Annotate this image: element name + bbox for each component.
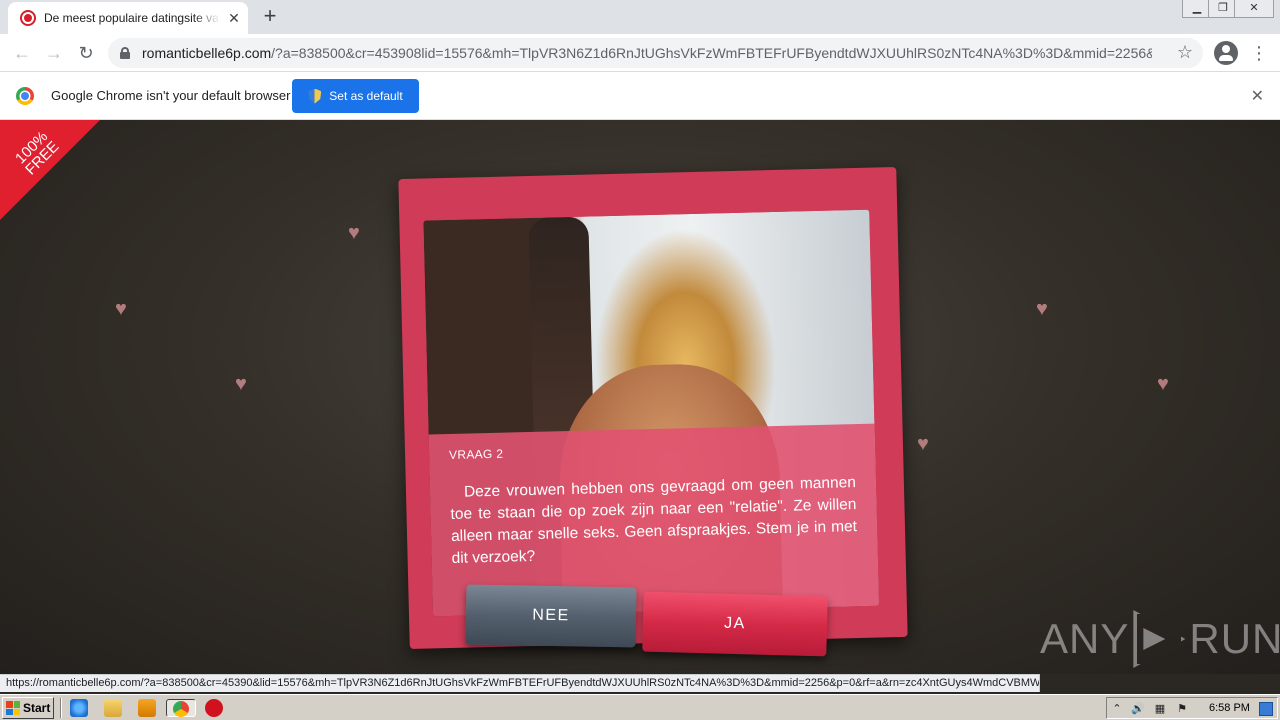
- windows-taskbar: Start ⌃ 🔊 ▦ ⚑ 6:58 PM: [0, 694, 1280, 720]
- infobar-close-icon[interactable]: ✕: [1251, 86, 1264, 106]
- speaker-icon[interactable]: 🔊: [1131, 702, 1145, 716]
- infobar-message: Google Chrome isn't your default browser: [51, 88, 291, 103]
- heart-icon: ♥: [917, 433, 929, 455]
- heart-icon: ♥: [235, 373, 247, 395]
- new-tab-button[interactable]: +: [258, 5, 282, 29]
- anyrun-watermark: ANY RUN: [1040, 610, 1280, 668]
- tab-close-icon[interactable]: ✕: [226, 10, 242, 26]
- chrome-menu-icon[interactable]: ⋮: [1250, 41, 1268, 65]
- windows-logo-icon: [6, 701, 20, 715]
- network-icon[interactable]: ▦: [1153, 702, 1167, 716]
- tray-expand-icon[interactable]: ⌃: [1110, 702, 1124, 716]
- play-logo-icon: [1133, 610, 1186, 668]
- reload-button[interactable]: ↻: [74, 41, 98, 65]
- site-favicon-icon: [20, 10, 36, 26]
- bookmark-star-icon[interactable]: ☆: [1177, 42, 1193, 63]
- link-status-bubble: https://romanticbelle6p.com/?a=838500&cr…: [0, 674, 1040, 692]
- question-number: VRAAG 2: [448, 446, 504, 462]
- url-text[interactable]: romanticbelle6p.com/?a=838500&cr=453908l…: [142, 45, 1152, 61]
- taskbar-clock[interactable]: 6:58 PM: [1209, 702, 1250, 714]
- set-as-default-button[interactable]: Set as default: [292, 79, 419, 113]
- chrome-icon: [173, 701, 189, 717]
- set-as-default-label: Set as default: [329, 89, 403, 103]
- watermark-right: RUN: [1189, 615, 1280, 662]
- tab-strip: De meest populaire datingsite van de ✕ +…: [0, 0, 1280, 34]
- web-page: 100% FREE ♥ ♥ ♥ ♥ ♥ ♥ VRAAG 2 Deze vrouw…: [0, 120, 1280, 674]
- no-button[interactable]: NEE: [465, 584, 637, 648]
- heart-icon: ♥: [1157, 373, 1169, 395]
- profile-avatar-icon[interactable]: [1214, 41, 1238, 65]
- tab-title: De meest populaire datingsite van de: [44, 11, 220, 25]
- yes-button[interactable]: JA: [642, 591, 828, 657]
- address-bar[interactable]: romanticbelle6p.com/?a=838500&cr=453908l…: [108, 38, 1203, 68]
- start-label: Start: [23, 701, 51, 715]
- uac-shield-icon: [308, 88, 322, 104]
- taskbar-separator: [60, 698, 62, 718]
- opera-icon[interactable]: [205, 699, 223, 717]
- browser-tab[interactable]: De meest populaire datingsite van de ✕: [8, 2, 248, 34]
- heart-icon: ♥: [348, 222, 360, 244]
- lock-icon[interactable]: [120, 47, 130, 59]
- system-tray: ⌃ 🔊 ▦ ⚑ 6:58 PM: [1106, 697, 1278, 719]
- heart-icon: ♥: [115, 298, 127, 320]
- question-card: VRAAG 2 Deze vrouwen hebben ons gevraagd…: [398, 166, 908, 650]
- show-desktop-icon[interactable]: [1259, 702, 1273, 716]
- forward-button[interactable]: →: [42, 41, 66, 65]
- url-host: romanticbelle6p.com: [142, 45, 272, 61]
- start-button[interactable]: Start: [2, 697, 54, 719]
- url-path: /?a=838500&cr=453908lid=15576&mh=TlpVR3N…: [271, 45, 1152, 61]
- action-center-flag-icon[interactable]: ⚑: [1175, 702, 1189, 716]
- file-explorer-icon[interactable]: [104, 699, 122, 717]
- heart-icon: ♥: [1036, 298, 1048, 320]
- profile-photo: VRAAG 2 Deze vrouwen hebben ons gevraagd…: [423, 209, 879, 617]
- internet-explorer-icon[interactable]: [70, 699, 88, 717]
- watermark-left: ANY: [1040, 615, 1130, 662]
- question-text: Deze vrouwen hebben ons gevraagd om geen…: [450, 474, 858, 567]
- back-button[interactable]: ←: [10, 41, 34, 65]
- chrome-logo-icon: [16, 87, 34, 105]
- window-close-button[interactable]: ✕: [1234, 0, 1274, 18]
- browser-toolbar: ← → ↻ romanticbelle6p.com/?a=838500&cr=4…: [0, 34, 1280, 72]
- media-player-icon[interactable]: [138, 699, 156, 717]
- chrome-taskbar-button[interactable]: [166, 699, 196, 717]
- default-browser-infobar: Google Chrome isn't your default browser…: [0, 72, 1280, 120]
